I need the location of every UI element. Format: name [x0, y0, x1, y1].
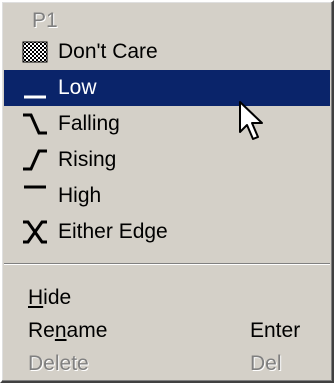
menu-item-label: Falling [58, 112, 120, 135]
menu-item-label: Don't Care [58, 40, 158, 63]
menu-item-label: Either Edge [58, 220, 168, 243]
menu-item-shortcut: Enter [250, 319, 301, 342]
context-menu: P1 Don't Care Low Falling Rising High Ei… [0, 0, 334, 383]
rising-edge-icon [20, 145, 50, 175]
menu-item-rename[interactable]: Rename Enter [4, 313, 330, 349]
mouse-pointer-icon [239, 101, 263, 140]
menu-item-label: Delete [28, 352, 89, 375]
menu-item-high[interactable]: High [4, 178, 330, 214]
menu-header-label: P1 [32, 9, 58, 32]
menu-item-label: Hide [28, 286, 72, 309]
menu-item-hide[interactable]: Hide [4, 280, 330, 316]
menu-item-delete[interactable]: Delete Del [4, 346, 330, 382]
menu-item-label: High [58, 184, 102, 207]
menu-item-rising[interactable]: Rising [4, 142, 330, 178]
menu-item-low[interactable]: Low [4, 70, 330, 106]
dont-care-hatch-icon [20, 37, 50, 67]
menu-item-either-edge[interactable]: Either Edge [4, 214, 330, 250]
menu-header: P1 [2, 6, 332, 36]
menu-item-label: Low [58, 76, 97, 99]
menu-item-label: Rising [58, 148, 117, 171]
menu-item-shortcut: Del [250, 352, 282, 375]
either-edge-icon [20, 217, 50, 247]
high-level-icon [20, 181, 50, 211]
menu-separator [4, 263, 330, 265]
menu-item-label: Rename [28, 319, 108, 342]
falling-edge-icon [20, 109, 50, 139]
low-level-icon [20, 73, 50, 103]
menu-item-dont-care[interactable]: Don't Care [4, 34, 330, 70]
menu-item-falling[interactable]: Falling [4, 106, 330, 142]
